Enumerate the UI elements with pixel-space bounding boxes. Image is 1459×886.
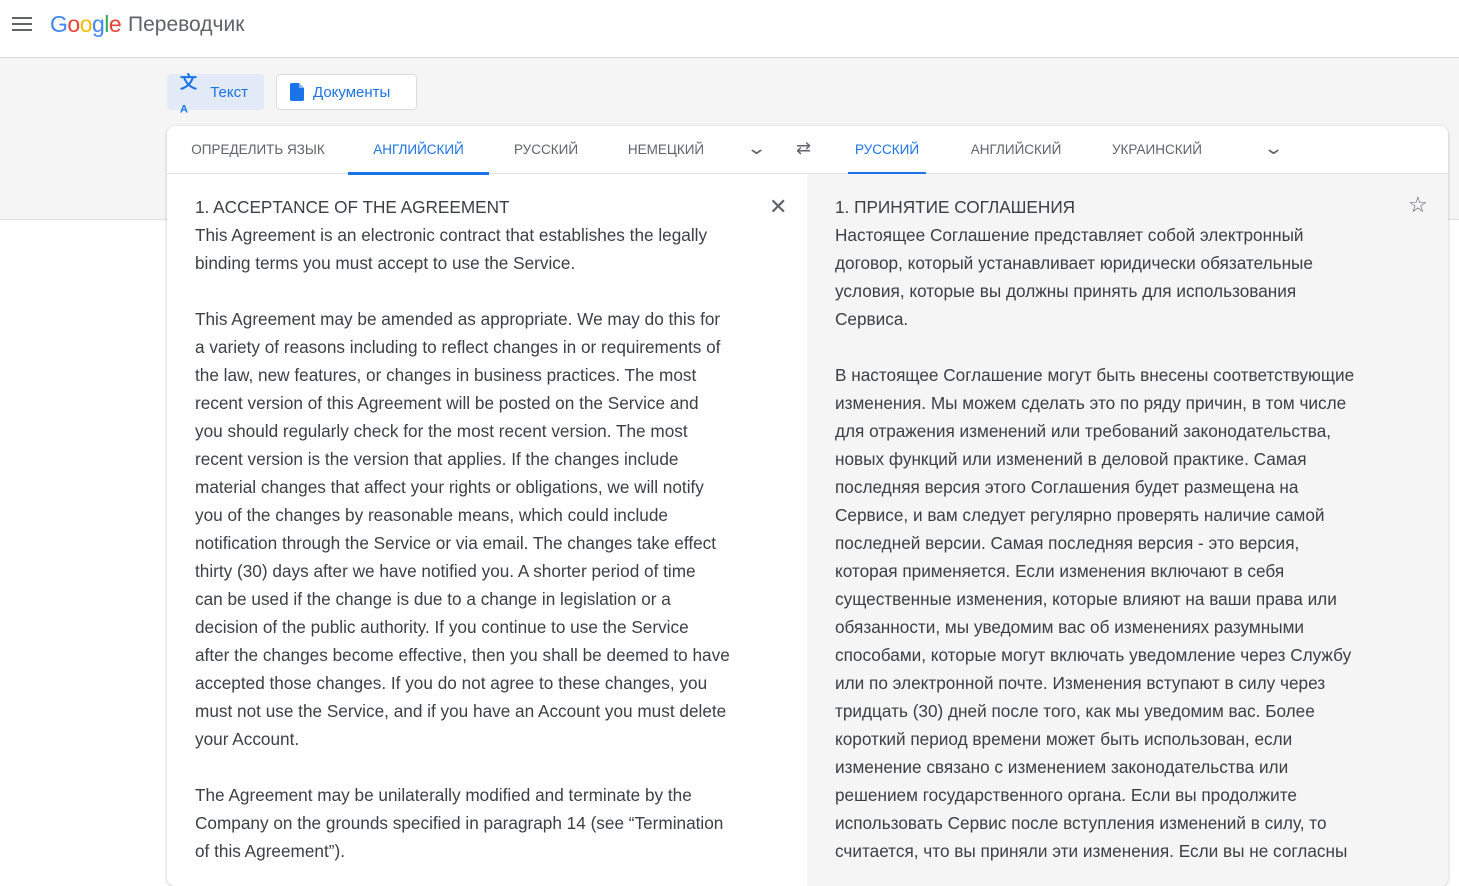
- text-line: 1. ACCEPTANCE OF THE AGREEMENT: [195, 197, 510, 217]
- menu-icon[interactable]: [12, 17, 32, 33]
- target-tab-ukrainian[interactable]: УКРАИНСКИЙ: [1107, 126, 1207, 174]
- text-line: Настоящее Соглашение представляет собой …: [835, 225, 1304, 245]
- text-line: thirty (30) days after we have notified …: [195, 561, 696, 581]
- text-mode-button[interactable]: 文A Текст: [167, 73, 264, 116]
- text-line: the law, new features, or changes in bus…: [195, 365, 697, 385]
- text-line: договор, который устанавливает юридическ…: [835, 253, 1313, 273]
- text-line: must not use the Service, and if you hav…: [195, 701, 727, 721]
- text-line: This Agreement is an electronic contract…: [195, 225, 708, 245]
- text-line: для отражения изменений или требований з…: [835, 421, 1332, 441]
- text-line: This Agreement may be amended as appropr…: [195, 309, 721, 329]
- text-line: способами, которые могут включать уведом…: [835, 645, 1352, 665]
- source-tab-english[interactable]: АНГЛИЙСКИЙ: [348, 126, 489, 175]
- text-line: решением государственного органа. Если в…: [835, 785, 1297, 805]
- target-tab-russian[interactable]: РУССКИЙ: [848, 126, 926, 175]
- text-line: Сервиса.: [835, 309, 909, 329]
- target-language-dropdown-icon[interactable]: ⌄: [1263, 138, 1284, 159]
- text-line: Сервисе, и вам следует регулярно проверя…: [835, 505, 1325, 525]
- source-text-input[interactable]: 1. ACCEPTANCE OF THE AGREEMENT This Agree…: [195, 193, 730, 865]
- top-bar: Google Переводчик: [0, 0, 1459, 58]
- text-line: material changes that affect your rights…: [195, 477, 704, 497]
- source-tab-russian[interactable]: РУССКИЙ: [507, 126, 585, 174]
- text-line: Company on the grounds specified in para…: [195, 813, 724, 833]
- text-line: decision of the public authority. If you…: [195, 617, 689, 637]
- source-tab-german[interactable]: НЕМЕЦКИЙ: [622, 126, 710, 174]
- clear-text-icon[interactable]: ✕: [769, 194, 787, 220]
- text-line: новых функций или изменений в деловой пр…: [835, 449, 1307, 469]
- text-line: изменение связано с изменением законодат…: [835, 757, 1289, 777]
- text-line: after the changes become effective, then…: [195, 645, 730, 665]
- text-line: The Agreement may be unilaterally modifi…: [195, 785, 692, 805]
- text-line: использовать Сервис после вступления изм…: [835, 813, 1327, 833]
- text-line: recent version of this Agreement will be…: [195, 393, 699, 413]
- text-line: of this Agreement”).: [195, 841, 345, 861]
- text-mode-label: Текст: [210, 83, 248, 101]
- text-line: your Account.: [195, 729, 300, 749]
- text-line: 1. ПРИНЯТИЕ СОГЛАШЕНИЯ: [835, 197, 1076, 217]
- document-icon: [290, 83, 304, 101]
- star-icon[interactable]: ☆: [1408, 192, 1428, 218]
- text-line: notification through the Service or via …: [195, 533, 717, 553]
- source-tab-detect[interactable]: ОПРЕДЕЛИТЬ ЯЗЫК: [191, 126, 325, 174]
- language-bar: ОПРЕДЕЛИТЬ ЯЗЫК АНГЛИЙСКИЙ РУССКИЙ НЕМЕЦ…: [167, 126, 1448, 175]
- text-line: can be used if the change is due to a ch…: [195, 589, 671, 609]
- text-line: binding terms you must accept to use the…: [195, 253, 576, 273]
- text-line: [835, 333, 1354, 361]
- text-line: [195, 277, 730, 305]
- text-line: существенные изменения, которые влияют н…: [835, 589, 1337, 609]
- documents-mode-button[interactable]: Документы: [276, 74, 417, 110]
- text-line: [195, 753, 730, 781]
- text-line: короткий период времени может быть испол…: [835, 729, 1293, 749]
- translation-panel: 1. ПРИНЯТИЕ СОГЛАШЕНИЯ Настоящее Соглашен…: [807, 174, 1448, 886]
- text-line: тридцать (30) дней после того, как мы ув…: [835, 701, 1315, 721]
- text-line: или по электронной почте. Изменения всту…: [835, 673, 1326, 693]
- text-line: последней версии. Самая последняя версия…: [835, 533, 1300, 553]
- text-line: you should regularly check for the most …: [195, 421, 688, 441]
- text-line: recent version is the version that appli…: [195, 449, 679, 469]
- text-line: изменения. Мы можем сделать это по ряду …: [835, 393, 1347, 413]
- text-line: считается, что вы приняли эти изменения.…: [835, 841, 1348, 861]
- text-line: a variety of reasons including to reflec…: [195, 337, 721, 357]
- text-line: которая применяется. Если изменения вклю…: [835, 561, 1285, 581]
- documents-mode-label: Документы: [313, 83, 391, 101]
- swap-languages-icon[interactable]: ⇄: [796, 138, 811, 159]
- translation-output: 1. ПРИНЯТИЕ СОГЛАШЕНИЯ Настоящее Соглашен…: [835, 193, 1354, 865]
- text-line: В настоящее Соглашение могут быть внесен…: [835, 365, 1355, 385]
- text-line: you of the changes by reasonable means, …: [195, 505, 668, 525]
- google-logo[interactable]: Google: [50, 11, 122, 38]
- translate-icon: 文A: [180, 73, 197, 116]
- text-line: обязанности, мы уведомим вас об изменени…: [835, 617, 1304, 637]
- target-tab-english[interactable]: АНГЛИЙСКИЙ: [963, 126, 1069, 174]
- source-language-dropdown-icon[interactable]: ⌄: [746, 138, 767, 159]
- app-name: Переводчик: [128, 13, 245, 36]
- text-line: последняя версия этого Соглашения будет …: [835, 477, 1299, 497]
- text-line: accepted those changes. If you do not ag…: [195, 673, 708, 693]
- translator-card: ОПРЕДЕЛИТЬ ЯЗЫК АНГЛИЙСКИЙ РУССКИЙ НЕМЕЦ…: [167, 126, 1448, 886]
- text-line: условия, которые вы должны принять для и…: [835, 281, 1297, 301]
